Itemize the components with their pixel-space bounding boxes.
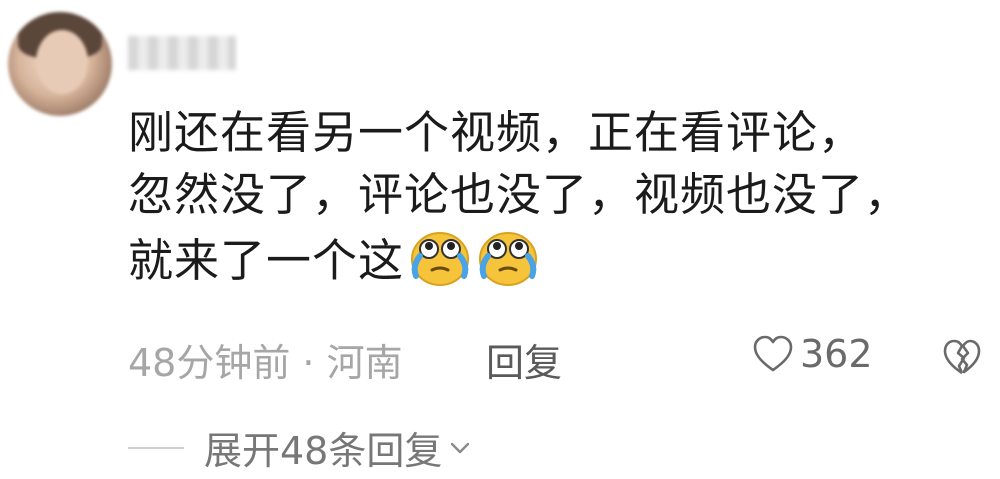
like-count: 362 (800, 332, 873, 376)
expand-replies-label: 展开48条回复 (204, 429, 443, 473)
avatar[interactable] (8, 12, 112, 116)
heart-outline-icon (753, 335, 793, 372)
crying-face-emoji-icon (479, 232, 538, 286)
reply-button[interactable]: 回复 (486, 332, 562, 387)
chevron-down-icon (451, 442, 470, 453)
comment-time-location: 48分钟前 · 河南 (128, 341, 403, 385)
comment-line: 就来了一个这 (128, 226, 988, 292)
comment-line: 忽然没了，评论也没了，视频也没了， (128, 168, 911, 221)
crying-face-emoji-icon (411, 232, 470, 286)
broken-heart-icon (943, 339, 981, 375)
comment-line: 刚还在看另一个视频，正在看评论， (128, 106, 865, 159)
dislike-button[interactable] (942, 338, 982, 380)
avatar-face (36, 30, 88, 94)
expand-replies[interactable]: 展开48条回复 (128, 420, 472, 475)
comment-text: 刚还在看另一个视频，正在看评论， 忽然没了，评论也没了，视频也没了， 就来了一个… (128, 102, 988, 292)
username-blurred[interactable] (128, 36, 236, 70)
like-button[interactable]: 362 (752, 332, 873, 376)
divider (128, 446, 184, 449)
